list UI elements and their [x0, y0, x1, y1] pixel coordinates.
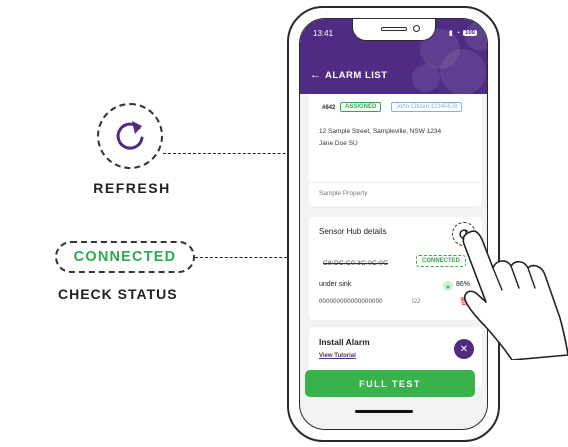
camera-icon — [412, 25, 420, 32]
job-contact: Jane Doe SU — [319, 140, 358, 147]
status-time: 13:41 — [313, 29, 334, 38]
page-title: ALARM LIST — [325, 70, 388, 81]
wifi-icon: ◔ — [455, 29, 460, 37]
status-tag: ASSIGNED — [340, 102, 382, 112]
sensor-code: I22 — [412, 299, 421, 305]
assignee-tag: John Citizen 12345678 — [391, 102, 463, 112]
phone-screen: 13:41 ▮ ◔ 100 ← ALARM LIST #842 ASSIGNED… — [299, 18, 488, 430]
phone-frame: 13:41 ▮ ◔ 100 ← ALARM LIST #842 ASSIGNED… — [287, 6, 500, 442]
sensor-hub-title: Sensor Hub details — [319, 227, 387, 236]
install-alarm-title: Install Alarm — [319, 337, 370, 347]
speaker-icon — [380, 27, 407, 31]
refresh-callout — [97, 103, 163, 169]
connected-callout: CONNECTED — [55, 241, 195, 273]
phone-notch — [351, 19, 436, 41]
sensor-location: under sink — [319, 281, 352, 288]
job-property: Sample Property — [319, 190, 368, 197]
job-number: #842 — [322, 105, 336, 111]
full-test-button[interactable]: FULL TEST — [305, 370, 475, 397]
job-address: 12 Sample Street, Sampleville, NSW 1234 — [319, 128, 442, 135]
tutorial-illustration: REFRESH CONNECTED CHECK STATUS 13:41 ▮ ◔… — [0, 0, 568, 447]
back-arrow-icon[interactable]: ← — [310, 69, 321, 81]
view-tutorial-link[interactable]: View Tutorial — [319, 353, 356, 359]
refresh-icon — [116, 121, 144, 150]
sensor-serial: 000000000000000000 — [319, 299, 383, 305]
check-status-label: CHECK STATUS — [58, 286, 178, 302]
job-card[interactable]: #842 ASSIGNED John Citizen 12345678 12 S… — [309, 94, 482, 206]
home-indicator — [355, 410, 413, 413]
signal-icon: ▮ — [448, 30, 453, 37]
status-icons: ▮ ◔ 100 — [449, 29, 477, 37]
battery-icon: 100 — [462, 30, 477, 36]
hub-mac-address: C8:DC:C0:3C:0C:0C — [323, 260, 389, 267]
card-divider — [309, 182, 482, 183]
hand-pointer-icon — [462, 230, 568, 360]
refresh-label: REFRESH — [93, 180, 171, 196]
